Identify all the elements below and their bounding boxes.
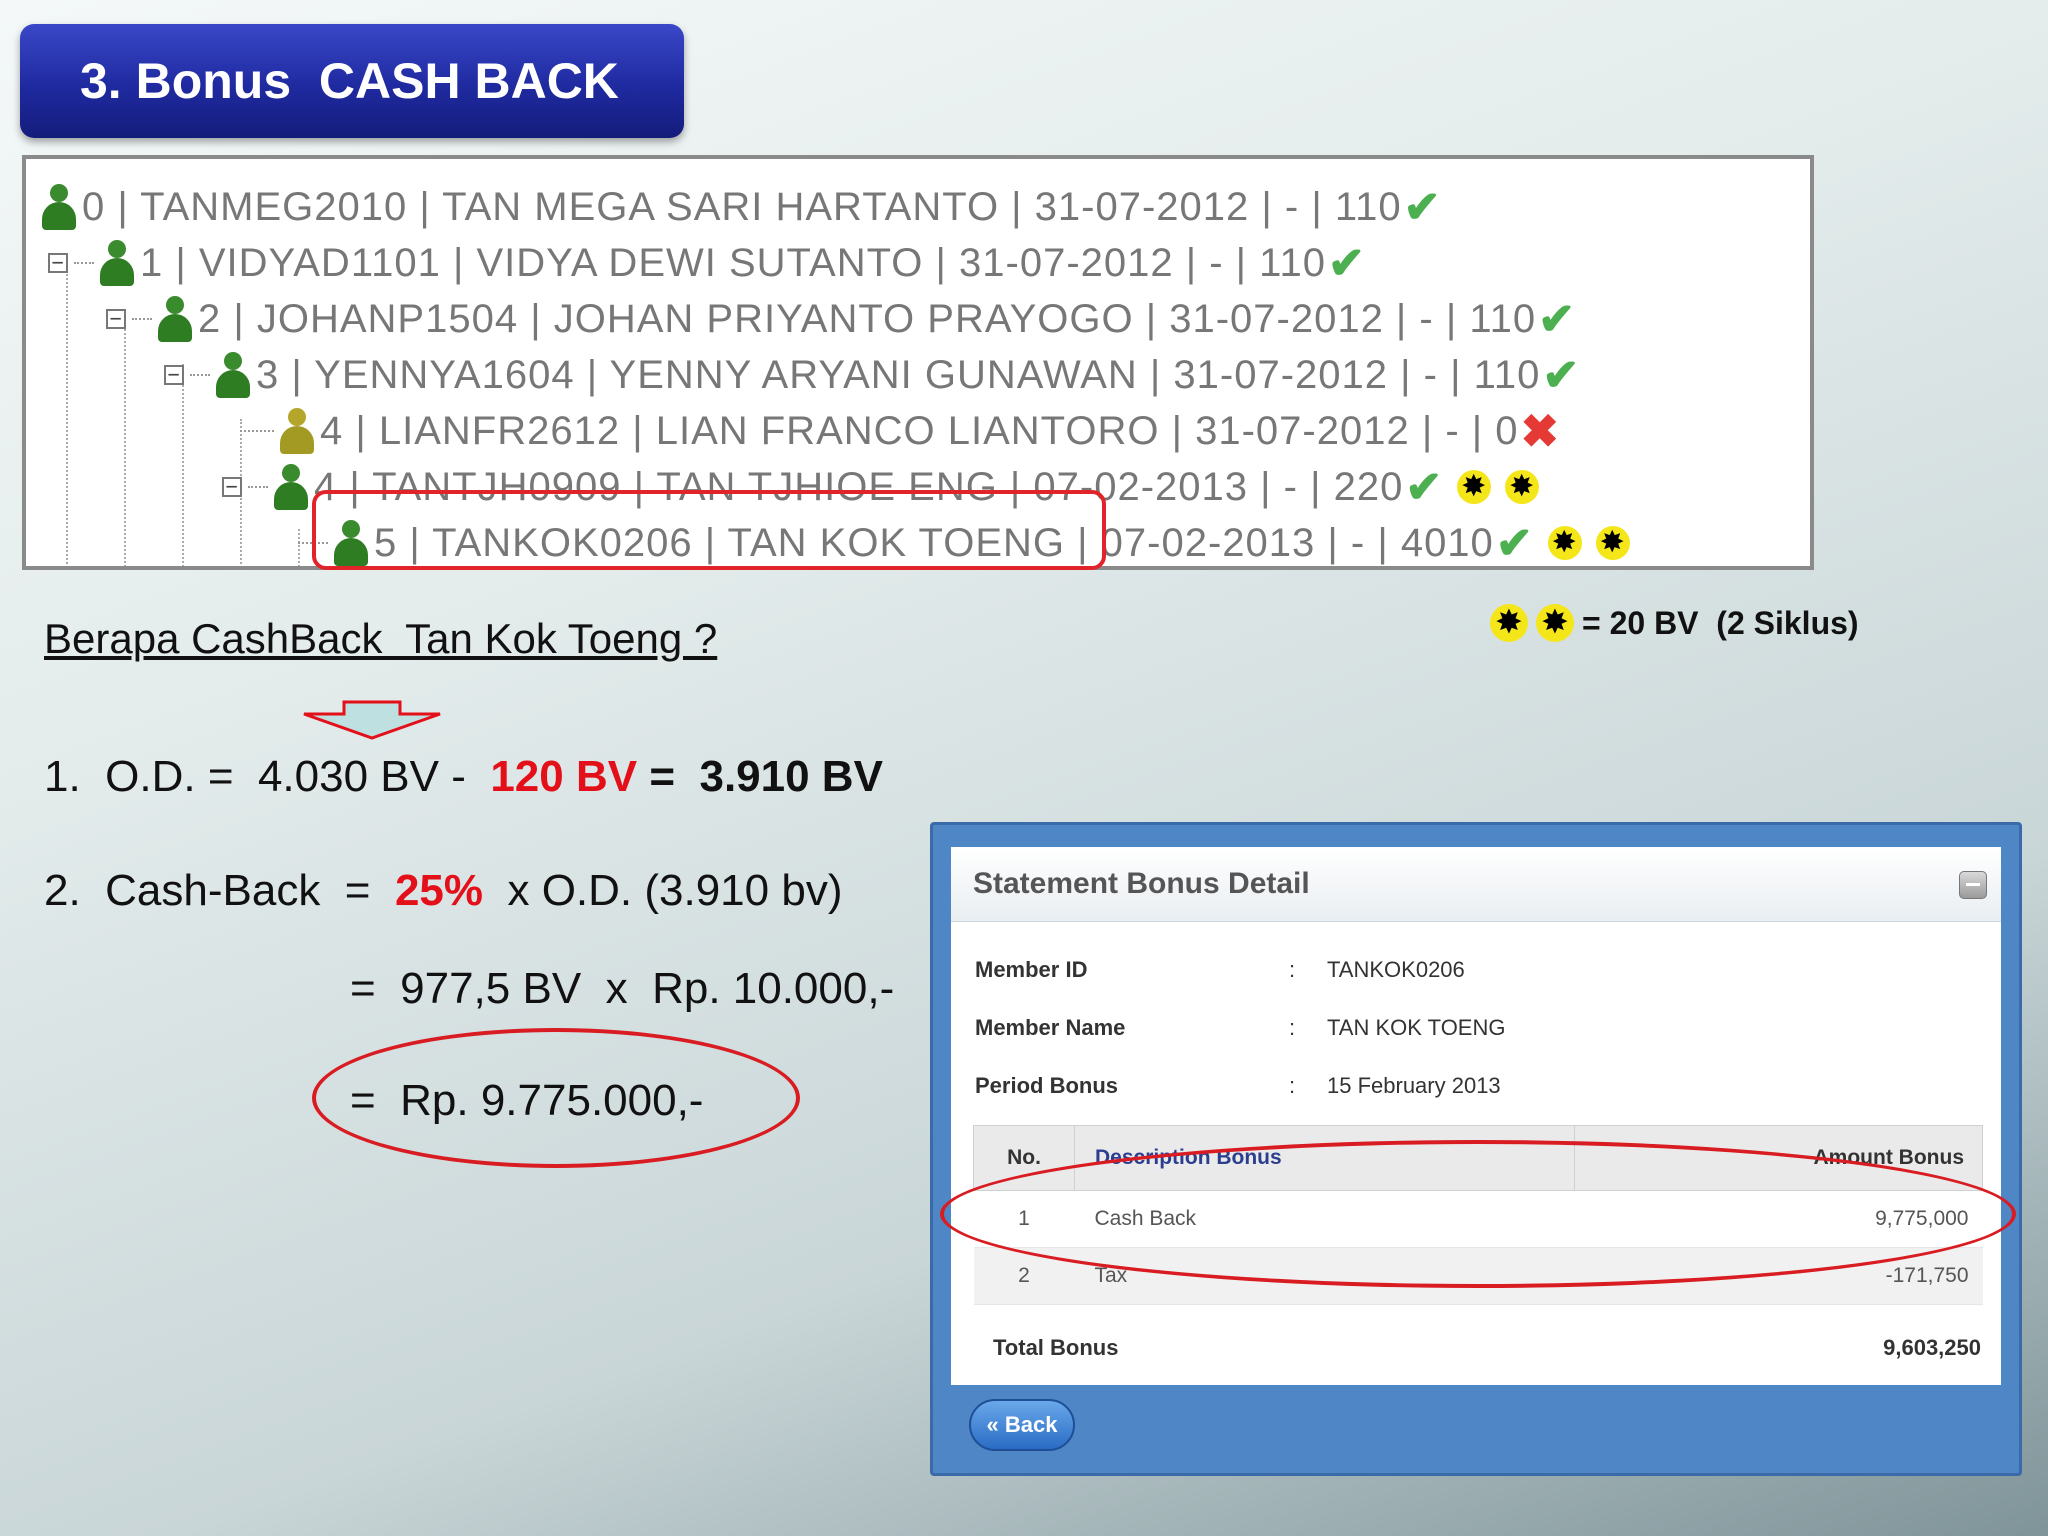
calc-line-3: = 977,5 BV x Rp. 10.000,-	[350, 964, 895, 1013]
tree-connector	[66, 259, 68, 566]
check-icon: ✔	[1542, 350, 1581, 400]
star-icon: ✸	[1490, 604, 1528, 642]
minimize-icon[interactable]	[1959, 871, 1987, 899]
legend-text: = 20 BV (2 Siklus)	[1582, 604, 1859, 641]
check-icon: ✔	[1327, 238, 1366, 288]
member-id-value: TANKOK0206	[1327, 957, 1465, 982]
back-button[interactable]: « Back	[969, 1399, 1075, 1451]
cross-icon: ✖	[1520, 405, 1561, 457]
member-name-value: TAN KOK TOENG	[1327, 1015, 1506, 1040]
collapse-toggle[interactable]: −	[48, 252, 68, 273]
tree-row-text: 4 | LIANFR2612 | LIAN FRANCO LIANTORO | …	[320, 408, 1519, 453]
field-separator: :	[1289, 1015, 1296, 1040]
field-label: Member ID	[975, 957, 1088, 982]
question-text: Berapa CashBack Tan Kok Toeng ?	[44, 615, 718, 662]
down-arrow-icon	[303, 700, 441, 740]
total-bonus-label: Total Bonus	[993, 1335, 1119, 1360]
member-icon	[156, 294, 194, 344]
star-icon: ✸	[1457, 470, 1492, 504]
period-bonus-value: 15 February 2013	[1327, 1073, 1501, 1098]
field-label: Period Bonus	[975, 1073, 1119, 1098]
star-icon: ✸	[1536, 604, 1574, 642]
field-separator: :	[1289, 957, 1296, 982]
tree-row-text: 3 | YENNYA1604 | YENNY ARYANI GUNAWAN | …	[256, 352, 1541, 397]
statement-title: Statement Bonus Detail	[973, 867, 1310, 900]
highlight-box	[312, 490, 1106, 570]
check-icon: ✔	[1403, 182, 1442, 232]
cashback-highlight-ellipse	[940, 1140, 2016, 1288]
star-icon: ✸	[1505, 470, 1540, 504]
calc-line-2: 2. Cash-Back = 25% x O.D. (3.910 bv)	[44, 866, 843, 915]
tree-connector	[124, 309, 126, 566]
check-icon: ✔	[1495, 518, 1534, 568]
calc-line-1: 1. O.D. = 4.030 BV - 120 BV = 3.910 BV	[44, 752, 883, 801]
star-icon: ✸	[1595, 526, 1630, 560]
field-separator: :	[1289, 1073, 1296, 1098]
check-icon: ✔	[1538, 294, 1577, 344]
collapse-toggle[interactable]: −	[164, 364, 184, 385]
member-icon	[278, 406, 316, 456]
total-bonus-value: 9,603,250	[1883, 1335, 1981, 1360]
member-icon	[98, 238, 136, 288]
star-icon: ✸	[1547, 526, 1582, 560]
check-icon: ✔	[1405, 462, 1444, 512]
tree-row-text: 0 | TANMEG2010 | TAN MEGA SARI HARTANTO …	[82, 184, 1402, 229]
slide-title: 3. Bonus CASH BACK	[20, 24, 684, 138]
tree-row-text: 1 | VIDYAD1101 | VIDYA DEWI SUTANTO | 31…	[140, 240, 1326, 285]
collapse-toggle[interactable]: −	[106, 308, 126, 329]
tree-row[interactable]: − 1 | VIDYAD1101 | VIDYA DEWI SUTANTO | …	[48, 235, 1366, 291]
statement-header: Statement Bonus Detail	[951, 847, 2001, 922]
tree-row[interactable]: − 2 | JOHANP1504 | JOHAN PRIYANTO PRAYOG…	[106, 291, 1576, 347]
member-icon	[40, 182, 78, 232]
tree-row-text: 2 | JOHANP1504 | JOHAN PRIYANTO PRAYOGO …	[198, 296, 1537, 341]
tree-row[interactable]: 4 | LIANFR2612 | LIAN FRANCO LIANTORO | …	[240, 403, 1560, 459]
member-icon	[272, 462, 310, 512]
member-icon	[214, 350, 252, 400]
result-highlight-ellipse	[312, 1028, 800, 1168]
field-label: Member Name	[975, 1015, 1126, 1040]
star-legend: ✸ ✸ = 20 BV (2 Siklus)	[1490, 604, 1859, 642]
tree-row[interactable]: − 3 | YENNYA1604 | YENNY ARYANI GUNAWAN …	[164, 347, 1580, 403]
collapse-toggle[interactable]: −	[222, 476, 242, 497]
tree-row[interactable]: 0 | TANMEG2010 | TAN MEGA SARI HARTANTO …	[40, 179, 1442, 235]
